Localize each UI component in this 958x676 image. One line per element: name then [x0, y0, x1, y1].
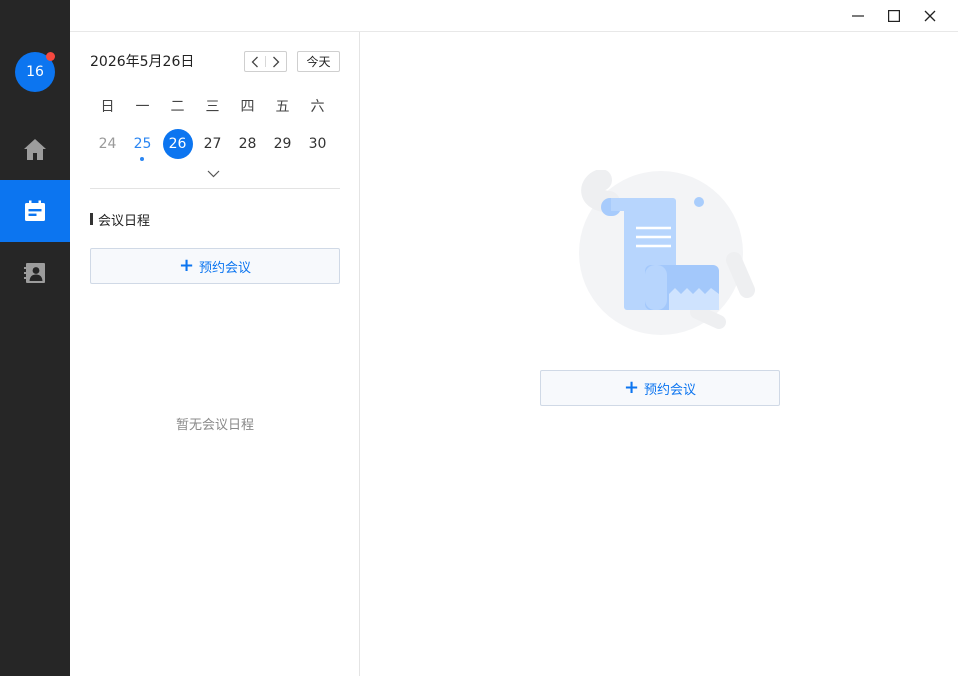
- weekday-label: 六: [310, 99, 325, 115]
- chevron-down-icon: [207, 170, 219, 178]
- home-icon: [24, 139, 46, 160]
- minimize-icon: [852, 15, 864, 17]
- weekday-label: 日: [100, 99, 115, 115]
- sidebar-item-home[interactable]: [0, 118, 70, 180]
- expand-calendar-button[interactable]: [205, 168, 221, 180]
- calendar-day[interactable]: 28: [230, 129, 265, 159]
- next-week-button[interactable]: [266, 52, 286, 71]
- maximize-icon: [888, 10, 900, 22]
- sidebar-item-meetings[interactable]: [0, 180, 70, 242]
- prev-week-button[interactable]: [245, 52, 265, 71]
- day-number: 27: [203, 136, 222, 152]
- schedule-meeting-button[interactable]: + 预约会议: [90, 248, 340, 284]
- day-number: 30: [308, 136, 327, 152]
- plus-icon: +: [178, 255, 195, 276]
- current-date: 2026年5月26日: [90, 54, 195, 70]
- day-number: 29: [273, 136, 292, 152]
- empty-state-illustration: [579, 170, 755, 335]
- calendar-day[interactable]: 24: [90, 129, 125, 159]
- divider: [90, 188, 340, 189]
- plus-icon: +: [623, 377, 640, 398]
- calendar-day[interactable]: 27: [195, 129, 230, 159]
- weekday-label: 四: [240, 99, 255, 115]
- weekday-label: 二: [170, 99, 185, 115]
- schedule-button-label: 预约会议: [199, 260, 252, 276]
- app-window: 16 2026年5月26日 今天 日 一 二 三 四 五 六 24 25 26 …: [0, 0, 958, 676]
- contacts-icon: [24, 263, 45, 283]
- avatar-text: 16: [26, 64, 44, 80]
- calendar-pane: 2026年5月26日 今天 日 一 二 三 四 五 六 24 25 26 27 …: [70, 32, 360, 676]
- schedule-button-label: 预约会议: [644, 382, 697, 398]
- empty-schedule-text: 暂无会议日程: [175, 418, 254, 433]
- calendar-day-selected[interactable]: 26: [160, 129, 195, 159]
- chevron-right-icon: [273, 56, 280, 67]
- minimize-button[interactable]: [840, 0, 876, 32]
- calendar-day[interactable]: 25: [125, 129, 160, 161]
- section-title: 会议日程: [90, 210, 150, 229]
- sidebar-item-contacts[interactable]: [0, 242, 70, 304]
- notification-dot: [46, 52, 55, 61]
- weekday-label: 三: [205, 99, 220, 115]
- chevron-left-icon: [251, 56, 258, 67]
- week-days: 24 25 26 27 28 29 30: [90, 129, 340, 161]
- main-content: + 预约会议: [361, 32, 958, 676]
- close-button[interactable]: [912, 0, 948, 32]
- day-number: 24: [98, 136, 117, 152]
- title-bar: [70, 0, 958, 32]
- avatar[interactable]: 16: [15, 52, 55, 92]
- weekday-label: 五: [275, 99, 290, 115]
- calendar-day[interactable]: 29: [265, 129, 300, 159]
- close-icon: [924, 10, 936, 22]
- day-number: 25: [133, 136, 152, 152]
- today-button[interactable]: 今天: [297, 51, 340, 72]
- weekday-label: 一: [135, 99, 150, 115]
- maximize-button[interactable]: [876, 0, 912, 32]
- sidebar-nav: 16: [0, 0, 70, 676]
- weekday-header: 日 一 二 三 四 五 六: [90, 96, 340, 116]
- calendar-day[interactable]: 30: [300, 129, 335, 159]
- main-schedule-meeting-button[interactable]: + 预约会议: [540, 370, 780, 406]
- date-nav: [244, 51, 287, 72]
- calendar-icon: [25, 200, 45, 221]
- day-number: 28: [238, 136, 257, 152]
- day-number: 26: [162, 129, 193, 159]
